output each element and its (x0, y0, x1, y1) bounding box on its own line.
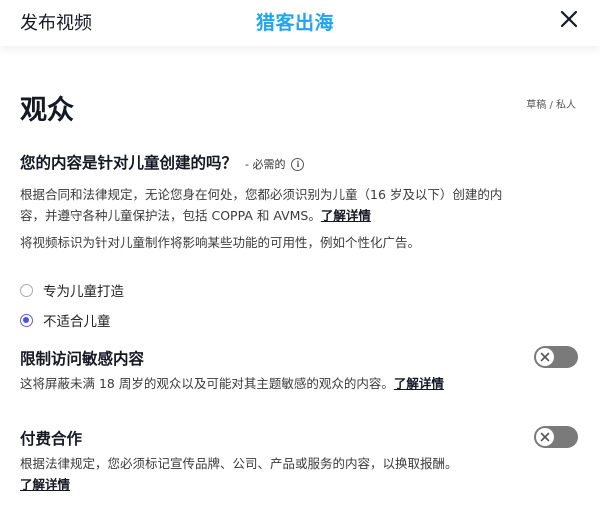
radio-button-checked[interactable] (20, 313, 33, 327)
radio-not-for-kids[interactable]: 不适合儿童 (20, 310, 111, 330)
required-label: - 必需的 (245, 158, 286, 171)
paid-description: 根据法律规定，您必须标记宣传品牌、公司、产品或服务的内容，以换取报酬。 了解详情 (20, 453, 582, 495)
kids-learn-more-link[interactable]: 了解详情 (321, 208, 371, 223)
radio-button[interactable] (20, 283, 33, 297)
kids-description-line2: 容，并遵守各种儿童保护法，包括 COPPA 和 AVMS。 (20, 208, 321, 223)
paid-title: 付费合作 (20, 430, 83, 448)
restrict-title: 限制访问敏感内容 (20, 350, 145, 368)
close-icon (560, 10, 578, 28)
paid-description-text: 根据法律规定，您必须标记宣传品牌、公司、产品或服务的内容，以换取报酬。 (20, 456, 458, 471)
toggle-knob (536, 428, 554, 446)
kids-question-label: 您的内容是针对儿童创建的吗？ (20, 154, 238, 172)
kids-description: 根据合同和法律规定，无论您身在何处，您都必须识别为儿童（16 岁及以下）创建的内… (20, 184, 582, 226)
radio-label: 不适合儿童 (43, 314, 111, 330)
restrict-description: 这将屏蔽未满 18 周岁的观众以及可能对其主题敏感的观众的内容。了解详情 (20, 373, 582, 394)
info-icon[interactable]: i (291, 158, 305, 171)
restrict-learn-more-link[interactable]: 了解详情 (394, 376, 444, 391)
radio-made-for-kids[interactable]: 专为儿童打造 (20, 280, 124, 300)
restrict-description-text: 这将屏蔽未满 18 周岁的观众以及可能对其主题敏感的观众的内容。 (20, 376, 394, 391)
kids-description-line2-row: 容，并遵守各种儿童保护法，包括 COPPA 和 AVMS。了解详情 (20, 205, 582, 226)
section-title: 观众 (20, 95, 74, 126)
x-icon (540, 432, 550, 442)
x-icon (540, 352, 550, 362)
kids-question-title: 您的内容是针对儿童创建的吗？ - 必需的 i (20, 151, 305, 173)
dialog-title: 发布视频 (20, 13, 92, 34)
paid-toggle[interactable] (534, 426, 578, 448)
paid-learn-more-link[interactable]: 了解详情 (20, 477, 70, 492)
header-bar: 发布视频 猎客出海 (0, 0, 600, 46)
kids-description-line1: 根据合同和法律规定，无论您身在何处，您都必须识别为儿童（16 岁及以下）创建的内 (20, 187, 503, 202)
draft-status: 草稿 / 私人 (526, 100, 576, 111)
kids-note: 将视频标识为针对儿童制作将影响某些功能的可用性，例如个性化广告。 (20, 235, 421, 250)
toggle-knob (536, 348, 554, 366)
close-button[interactable] (556, 6, 582, 32)
radio-label: 专为儿童打造 (43, 284, 124, 300)
brand-watermark: 猎客出海 (256, 12, 335, 34)
restrict-toggle[interactable] (534, 346, 578, 368)
